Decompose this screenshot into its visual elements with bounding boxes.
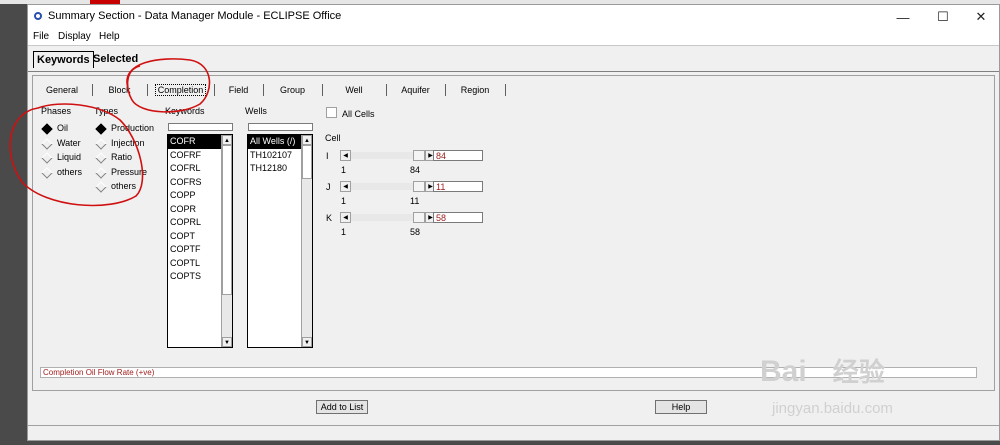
phase-liquid-label[interactable]: Liquid (57, 152, 81, 162)
tab-group[interactable]: Group (263, 84, 323, 96)
type-production-label[interactable]: Production (111, 123, 154, 133)
close-button[interactable]: ✕ (966, 8, 996, 26)
window-title: Summary Section - Data Manager Module - … (48, 10, 342, 22)
tab-aquifer[interactable]: Aquifer (386, 84, 446, 96)
cell-j-min: 1 (341, 196, 347, 206)
cell-k-value[interactable]: 58 (433, 212, 483, 223)
cell-header: Cell (325, 133, 341, 143)
cell-k-thumb[interactable] (413, 212, 425, 223)
keywords-header: Keywords (165, 106, 205, 116)
type-ratio-label[interactable]: Ratio (111, 152, 132, 162)
cell-k-slider[interactable]: ◀ ▶ (340, 212, 436, 223)
keywords-scroll-thumb[interactable] (222, 145, 232, 295)
menu-help[interactable]: Help (99, 31, 120, 42)
tab-completion[interactable]: Completion (147, 84, 215, 96)
cell-i-thumb[interactable] (413, 150, 425, 161)
scroll-down-arrow-icon[interactable]: ▼ (302, 337, 312, 347)
cell-i-max: 84 (410, 165, 421, 175)
type-others-label[interactable]: others (111, 181, 136, 191)
phase-water-label[interactable]: Water (57, 138, 81, 148)
help-button[interactable]: Help (655, 400, 707, 414)
scroll-down-arrow-icon[interactable]: ▼ (222, 337, 232, 347)
watermark-url: jingyan.baidu.com (772, 400, 893, 417)
type-injection-label[interactable]: Injection (111, 138, 145, 148)
bottom-separator (28, 425, 999, 426)
slider-left-arrow-icon[interactable]: ◀ (340, 212, 351, 223)
tab-region[interactable]: Region (445, 84, 506, 96)
cell-j-label: J (326, 182, 331, 192)
phase-oil-label[interactable]: Oil (57, 123, 68, 133)
slider-left-arrow-icon[interactable]: ◀ (340, 181, 351, 192)
cell-j-thumb[interactable] (413, 181, 425, 192)
keyword-filter-input[interactable] (168, 123, 233, 131)
tab-baseline (28, 71, 999, 72)
tab-selected[interactable]: Selected (90, 51, 141, 67)
all-cells-label[interactable]: All Cells (342, 109, 375, 119)
wells-scroll-thumb[interactable] (302, 145, 312, 179)
well-filter-input[interactable] (248, 123, 313, 131)
minimize-button[interactable]: — (888, 8, 918, 26)
menu-bar: File Display Help (28, 29, 999, 45)
tab-general[interactable]: General (32, 84, 93, 96)
types-header: Types (94, 106, 119, 116)
wells-listbox[interactable]: All Wells (/) TH102107 TH12180 ▲ ▼ (247, 134, 313, 348)
cell-j-max: 11 (410, 196, 420, 206)
cell-k-min: 1 (341, 227, 347, 237)
menu-display[interactable]: Display (58, 31, 91, 42)
cell-j-slider[interactable]: ◀ ▶ (340, 181, 436, 192)
tab-well[interactable]: Well (322, 84, 387, 96)
scroll-up-arrow-icon[interactable]: ▲ (222, 135, 232, 145)
title-bar: Summary Section - Data Manager Module - … (28, 5, 999, 29)
cell-i-label: I (326, 151, 329, 161)
menu-file[interactable]: File (33, 31, 49, 42)
cell-i-min: 1 (341, 165, 347, 175)
wells-scrollbar[interactable]: ▲ ▼ (301, 135, 312, 347)
scroll-up-arrow-icon[interactable]: ▲ (302, 135, 312, 145)
keywords-scrollbar[interactable]: ▲ ▼ (221, 135, 232, 347)
tab-keywords[interactable]: Keywords (33, 51, 94, 68)
tab-block[interactable]: Block (92, 84, 148, 96)
cell-j-value[interactable]: 11 (433, 181, 483, 192)
tab-field[interactable]: Field (214, 84, 264, 96)
eclipse-app-icon (34, 12, 42, 20)
cell-i-value[interactable]: 84 (433, 150, 483, 161)
keywords-listbox[interactable]: COFR COFRF COFRL COFRS COPP COPR COPRL C… (167, 134, 233, 348)
phase-others-label[interactable]: others (57, 167, 82, 177)
watermark-brand: Bai 经验 (760, 355, 885, 388)
slider-left-arrow-icon[interactable]: ◀ (340, 150, 351, 161)
add-to-list-button[interactable]: Add to List (316, 400, 368, 414)
cell-k-label: K (326, 213, 333, 223)
all-cells-checkbox[interactable] (326, 107, 337, 118)
phases-header: Phases (41, 106, 72, 116)
maximize-button[interactable]: ☐ (928, 8, 958, 26)
type-pressure-label[interactable]: Pressure (111, 167, 147, 177)
cell-k-max: 58 (410, 227, 421, 237)
cell-i-slider[interactable]: ◀ ▶ (340, 150, 436, 161)
menu-separator (28, 45, 999, 46)
wells-header: Wells (245, 106, 267, 116)
